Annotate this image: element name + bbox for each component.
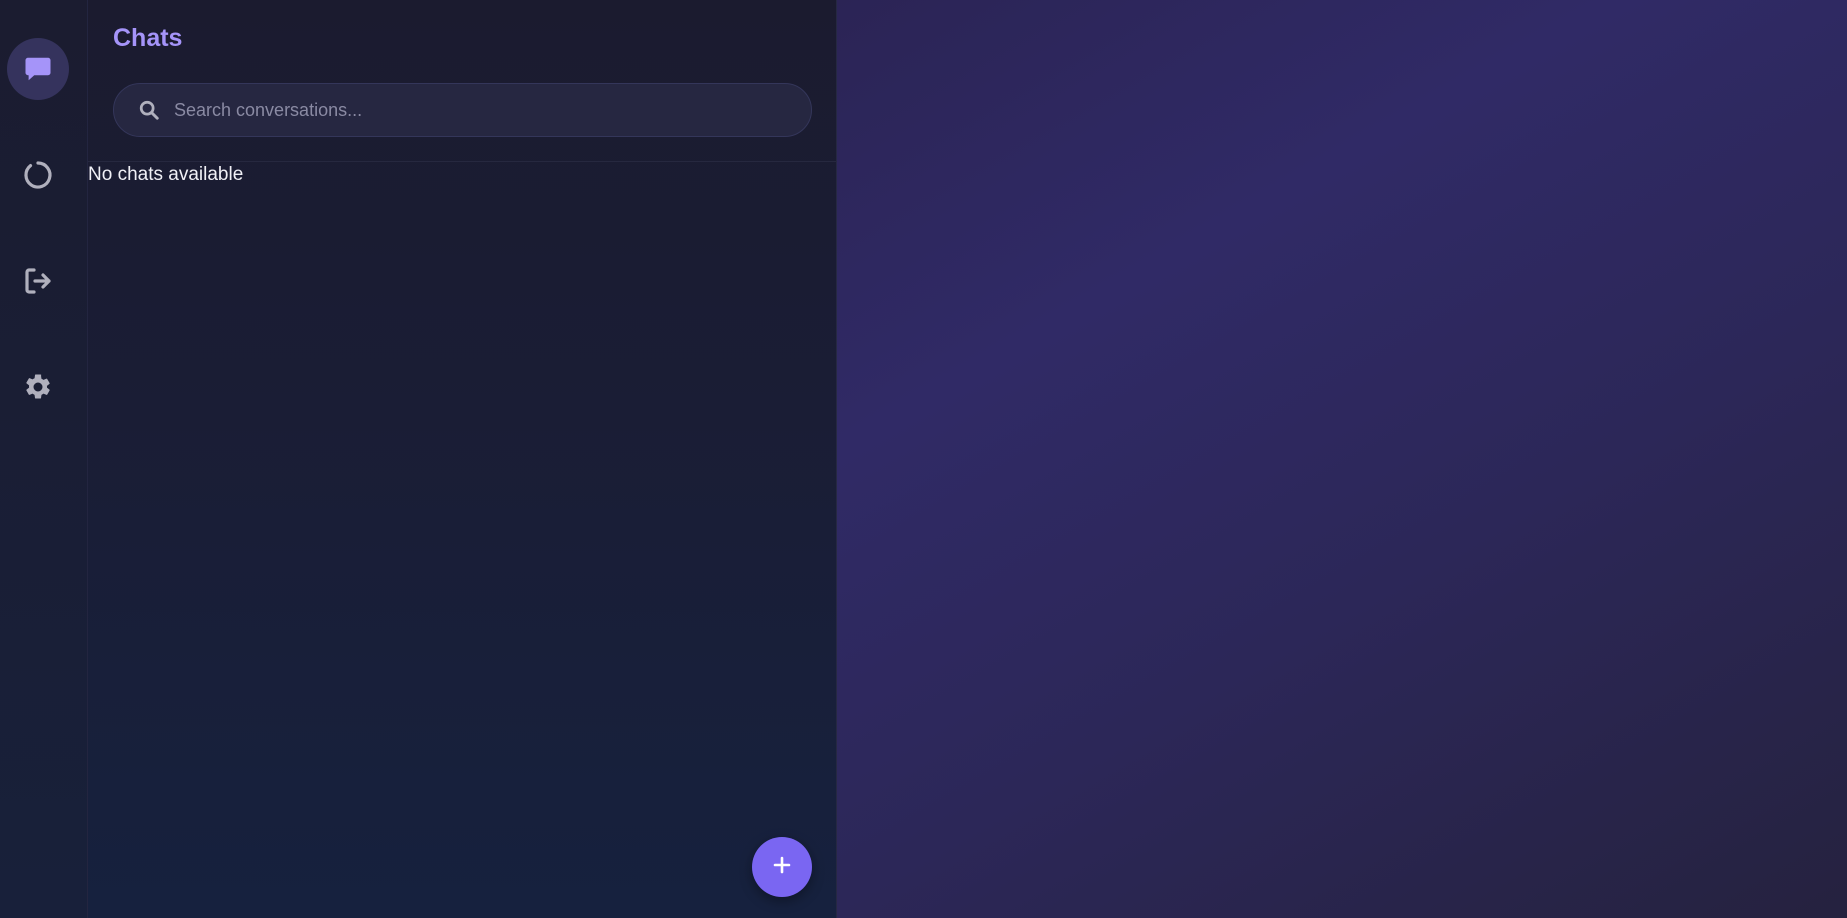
empty-state-message: No chats available — [88, 164, 244, 185]
new-chat-button[interactable] — [752, 837, 812, 897]
page-title: Chats — [113, 24, 183, 52]
app-root: Chats No chats available — [0, 0, 1847, 918]
divider — [88, 161, 837, 162]
search-icon — [138, 99, 160, 121]
chat-bubble-icon — [23, 54, 53, 84]
gear-icon — [23, 372, 53, 402]
rail-settings-button[interactable] — [7, 356, 69, 418]
logout-icon — [22, 265, 54, 297]
rail-chats-button[interactable] — [7, 38, 69, 100]
plus-icon — [772, 855, 792, 880]
search-bar[interactable] — [113, 83, 812, 137]
rail-logout-button[interactable] — [7, 250, 69, 312]
rail-status-button[interactable] — [7, 144, 69, 206]
icon-rail — [0, 0, 88, 918]
chat-list-panel: Chats No chats available — [88, 0, 837, 918]
search-input[interactable] — [174, 90, 774, 130]
status-ring-icon — [22, 159, 54, 191]
conversation-area — [837, 0, 1847, 918]
